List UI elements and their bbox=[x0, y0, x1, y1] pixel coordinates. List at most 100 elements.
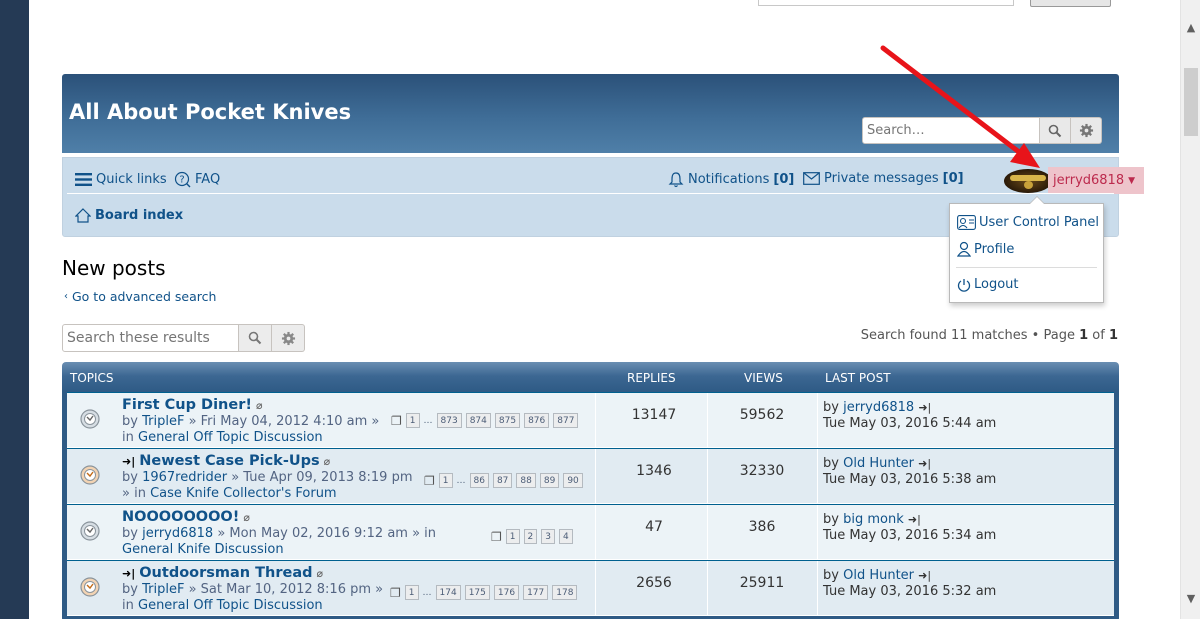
profile-link[interactable]: Profile bbox=[957, 241, 1014, 257]
results-advanced-search-button[interactable] bbox=[272, 324, 305, 352]
logout-label: Logout bbox=[974, 277, 1019, 292]
page-link[interactable]: 86 bbox=[469, 473, 489, 488]
current-page: 1 bbox=[1079, 328, 1089, 343]
user-control-panel-link[interactable]: User Control Panel bbox=[957, 215, 1099, 230]
page-link[interactable]: 174 bbox=[435, 585, 461, 600]
vertical-scrollbar[interactable]: ▲ ▼ bbox=[1180, 0, 1200, 619]
user-card-icon bbox=[957, 215, 976, 230]
notifications-link[interactable]: Notifications [0] bbox=[668, 171, 794, 188]
page-link[interactable]: 874 bbox=[465, 413, 491, 428]
unread-jump-icon[interactable]: ➜| bbox=[122, 567, 135, 580]
top-partial-button[interactable] bbox=[1030, 0, 1111, 7]
page-link[interactable]: 4 bbox=[558, 529, 573, 544]
forum-link[interactable]: General Off Topic Discussion bbox=[138, 430, 323, 445]
paperclip-icon: ⌀ bbox=[316, 566, 324, 580]
page-link[interactable]: 1 bbox=[438, 473, 453, 488]
by-label: by bbox=[122, 526, 138, 541]
goto-last-post-icon[interactable]: ➜| bbox=[918, 569, 931, 582]
page-link[interactable]: 87 bbox=[492, 473, 513, 488]
scroll-down-icon[interactable]: ▼ bbox=[1181, 589, 1200, 609]
goto-last-post-icon[interactable]: ➜| bbox=[908, 513, 921, 526]
page-link[interactable]: 1 bbox=[404, 585, 419, 600]
quick-links-menu[interactable]: Quick links bbox=[75, 172, 167, 187]
forum-link[interactable]: General Off Topic Discussion bbox=[138, 598, 323, 613]
last-post-author-link[interactable]: jerryd6818 bbox=[843, 400, 914, 415]
paperclip-icon: ⌀ bbox=[243, 510, 250, 524]
page-link[interactable]: 873 bbox=[436, 413, 462, 428]
page-link[interactable]: 877 bbox=[553, 413, 579, 428]
topic-author-link[interactable]: jerryd6818 bbox=[142, 526, 213, 541]
site-title[interactable]: All About Pocket Knives bbox=[69, 100, 351, 124]
last-post-author-link[interactable]: Old Hunter bbox=[843, 568, 914, 583]
notifications-label: Notifications bbox=[688, 172, 770, 187]
topic-author-link[interactable]: TripleF bbox=[142, 582, 184, 597]
page-link[interactable]: 177 bbox=[523, 585, 549, 600]
scroll-up-icon[interactable]: ▲ bbox=[1181, 18, 1200, 38]
home-icon bbox=[75, 208, 91, 223]
topic-title-link[interactable]: Newest Case Pick-Ups bbox=[139, 453, 319, 469]
last-post-date: Tue May 03, 2016 5:32 am bbox=[823, 584, 997, 599]
scrollbar-thumb[interactable] bbox=[1184, 68, 1198, 136]
page-link[interactable]: 1 bbox=[505, 529, 520, 544]
page-link[interactable]: 175 bbox=[464, 585, 490, 600]
forum-link[interactable]: General Knife Discussion bbox=[122, 542, 284, 557]
by-label: by bbox=[823, 568, 839, 583]
topic-title-link[interactable]: First Cup Diner! bbox=[122, 397, 252, 413]
page-link[interactable]: 875 bbox=[494, 413, 521, 428]
page-link[interactable]: 1 bbox=[405, 413, 420, 428]
user-control-panel-label: User Control Panel bbox=[979, 215, 1099, 230]
unread-jump-icon[interactable]: ➜| bbox=[122, 455, 135, 468]
header-search bbox=[862, 117, 1106, 145]
views-count: 25911 bbox=[739, 575, 785, 591]
forum-link[interactable]: Case Knife Collector's Forum bbox=[150, 486, 337, 501]
topic-title-link[interactable]: Outdoorsman Thread bbox=[139, 565, 312, 581]
page-title: New posts bbox=[62, 256, 166, 280]
topic-read-icon bbox=[80, 409, 100, 429]
header-search-button[interactable] bbox=[1040, 117, 1071, 144]
top-partial-input[interactable] bbox=[758, 0, 1014, 6]
by-label: by bbox=[122, 470, 138, 485]
last-post-author-link[interactable]: big monk bbox=[843, 512, 904, 527]
page-link[interactable]: 90 bbox=[563, 473, 583, 488]
header-advanced-search-button[interactable] bbox=[1071, 117, 1102, 144]
page-link[interactable]: 176 bbox=[493, 585, 520, 600]
results-search-input[interactable] bbox=[62, 324, 239, 352]
forum-prefix: in bbox=[122, 430, 134, 445]
topic-read-icon bbox=[80, 521, 100, 541]
topic-pagination: ❐ 1 … 174 175 176 177 178 bbox=[390, 585, 578, 600]
user-dropdown-menu: User Control Panel Profile Logout bbox=[949, 196, 1104, 303]
views-count: 32330 bbox=[739, 463, 785, 479]
private-messages-link[interactable]: Private messages [0] bbox=[803, 171, 964, 186]
page-link[interactable]: 876 bbox=[524, 413, 550, 428]
last-post-author-link[interactable]: Old Hunter bbox=[843, 456, 914, 471]
topic-title-link[interactable]: NOOOOOOOO! bbox=[122, 509, 239, 525]
browser-page: All About Pocket Knives Quick links ? FA… bbox=[29, 0, 1180, 619]
forum-prefix: in bbox=[122, 598, 134, 613]
bell-icon bbox=[668, 172, 684, 188]
faq-link[interactable]: ? FAQ bbox=[174, 171, 220, 188]
topic-date: » Tue Apr 09, 2013 8:19 pm bbox=[231, 470, 413, 485]
by-label: by bbox=[823, 400, 839, 415]
page-link[interactable]: 3 bbox=[541, 529, 555, 544]
topic-author-link[interactable]: 1967redrider bbox=[142, 470, 227, 485]
goto-last-post-icon[interactable]: ➜| bbox=[918, 457, 931, 470]
advanced-search-link[interactable]: ‹ Go to advanced search bbox=[64, 289, 216, 304]
board-index-link[interactable]: Board index bbox=[75, 208, 183, 223]
logout-link[interactable]: Logout bbox=[957, 277, 1019, 292]
topic-pagination: ❐ 1 … 86 87 88 89 90 bbox=[424, 473, 583, 488]
forum-prefix: » in bbox=[122, 486, 146, 501]
private-messages-label: Private messages bbox=[824, 171, 939, 186]
topic-author-link[interactable]: TripleF bbox=[142, 414, 184, 429]
topic-pagination: ❐ 1 … 873 874 875 876 877 bbox=[391, 413, 579, 428]
page-link[interactable]: 178 bbox=[552, 585, 578, 600]
topic-date: » Sat Mar 10, 2012 8:16 pm » bbox=[188, 582, 384, 597]
page-link[interactable]: 2 bbox=[523, 529, 538, 544]
results-search-button[interactable] bbox=[239, 324, 272, 352]
username-menu-toggle[interactable]: jerryd6818 ▼ bbox=[1048, 167, 1144, 194]
page-link[interactable]: 88 bbox=[516, 473, 536, 488]
replies-count: 47 bbox=[645, 519, 663, 535]
avatar[interactable] bbox=[1004, 169, 1052, 193]
page-link[interactable]: 89 bbox=[539, 473, 560, 488]
goto-last-post-icon[interactable]: ➜| bbox=[918, 401, 931, 414]
header-search-input[interactable] bbox=[862, 117, 1040, 144]
